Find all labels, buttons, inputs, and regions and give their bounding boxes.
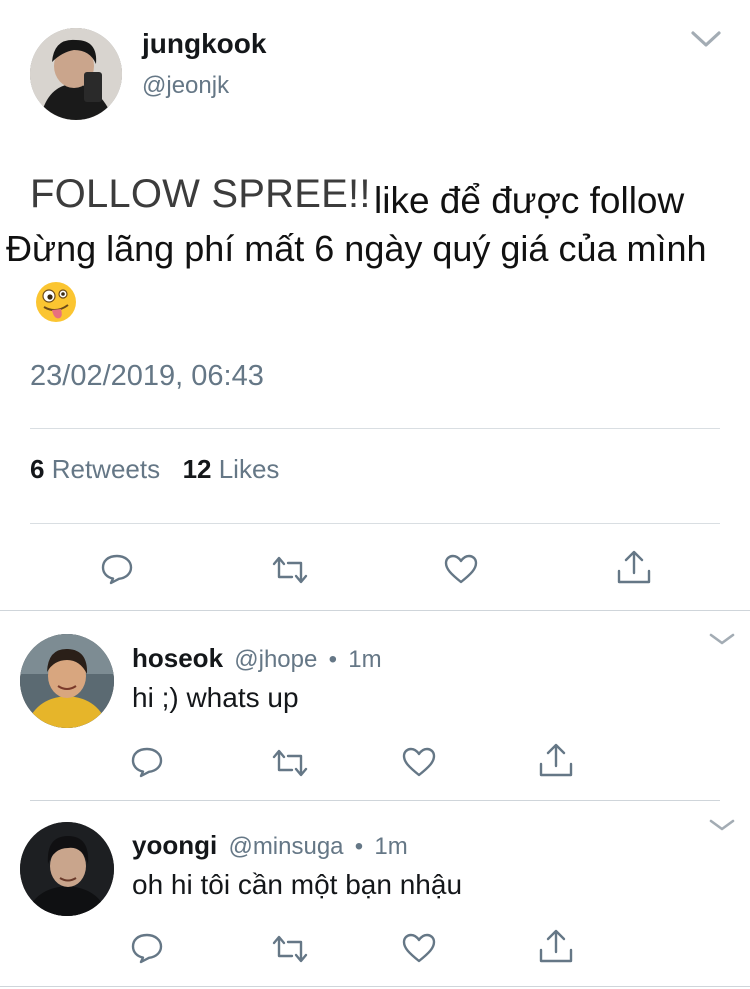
reply-author-name[interactable]: yoongi xyxy=(132,830,217,860)
heart-icon[interactable] xyxy=(401,746,437,778)
heart-icon[interactable] xyxy=(443,553,479,585)
divider xyxy=(30,800,720,801)
divider xyxy=(30,523,720,524)
author-name[interactable]: jungkook xyxy=(142,28,266,60)
likes-label[interactable]: Likes xyxy=(219,454,280,484)
retweet-icon[interactable] xyxy=(270,934,310,964)
reply-author-name[interactable]: hoseok xyxy=(132,643,223,673)
reply-avatar[interactable] xyxy=(20,822,114,916)
heart-icon[interactable] xyxy=(401,932,437,964)
reply-time: 1m xyxy=(348,646,382,673)
share-icon[interactable] xyxy=(616,549,652,585)
share-icon[interactable] xyxy=(538,742,574,778)
reply-text: oh hi tôi cần một bạn nhậu xyxy=(132,869,463,900)
meta-separator: • xyxy=(328,646,337,673)
chevron-down-icon[interactable] xyxy=(690,28,722,50)
main-avatar[interactable] xyxy=(30,28,122,120)
zany-face-emoji xyxy=(32,280,80,324)
tweet-text-line2: Đừng lãng phí mất 6 ngày quý giá của mìn… xyxy=(6,228,707,269)
reply-time: 1m xyxy=(374,833,408,860)
reply-avatar[interactable] xyxy=(20,634,114,728)
tweet-text-overlay: like để được follow xyxy=(374,180,685,221)
tweet-stats: 6 Retweets 12 Likes xyxy=(30,454,279,485)
divider xyxy=(30,428,720,429)
retweet-icon[interactable] xyxy=(270,748,310,778)
divider xyxy=(0,610,750,611)
chevron-down-icon[interactable] xyxy=(708,630,736,648)
reply-text: hi ;) whats up xyxy=(132,682,299,713)
tweet-text-caption: FOLLOW SPREE!! xyxy=(30,172,371,216)
meta-separator: • xyxy=(354,833,364,860)
retweet-icon[interactable] xyxy=(270,555,310,585)
reply-header: yoongi @minsuga • 1m xyxy=(132,830,408,861)
share-icon[interactable] xyxy=(538,928,574,964)
reply-header: hoseok @jhope • 1m xyxy=(132,643,382,674)
retweets-label[interactable]: Retweets xyxy=(52,454,160,484)
chevron-down-icon[interactable] xyxy=(708,816,736,834)
reply-icon[interactable] xyxy=(130,745,164,779)
reply-icon[interactable] xyxy=(130,931,164,965)
author-handle[interactable]: @jeonjk xyxy=(142,72,229,100)
reply-author-handle[interactable]: @jhope xyxy=(234,646,317,673)
tweet-timestamp: 23/02/2019, 06:43 xyxy=(30,360,264,392)
likes-count[interactable]: 12 xyxy=(183,454,212,484)
reply-icon[interactable] xyxy=(100,552,134,586)
reply-author-handle[interactable]: @minsuga xyxy=(228,833,343,860)
divider xyxy=(0,986,750,987)
retweets-count[interactable]: 6 xyxy=(30,454,44,484)
